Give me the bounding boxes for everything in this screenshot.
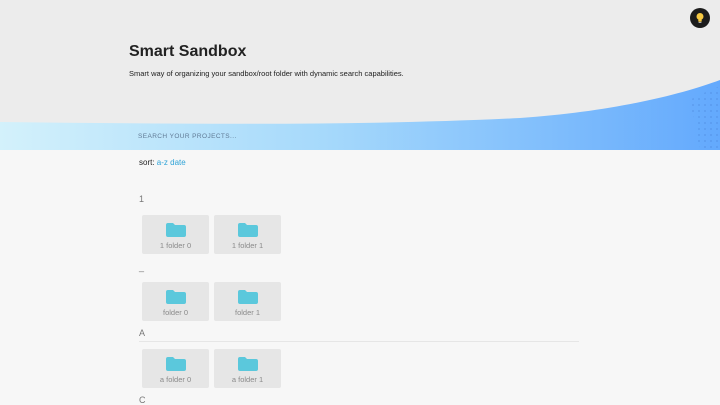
folder-label: folder 1	[234, 308, 261, 317]
page-subtitle: Smart way of organizing your sandbox/roo…	[129, 69, 404, 78]
sort-controls: sort: a-z date	[139, 158, 186, 167]
sort-option-a-z[interactable]: a-z	[157, 158, 168, 167]
lightbulb-icon	[696, 13, 704, 23]
folder-card[interactable]: folder 0	[142, 282, 209, 321]
theme-toggle-button[interactable]	[690, 8, 710, 28]
folder-label: a folder 0	[159, 375, 192, 384]
folder-card[interactable]: 1 folder 0	[142, 215, 209, 254]
sort-option-date[interactable]: date	[170, 158, 186, 167]
folder-label: 1 folder 0	[159, 241, 192, 250]
folder-icon	[165, 290, 186, 304]
folder-icon	[237, 357, 258, 371]
folder-icon	[237, 290, 258, 304]
page-title: Smart Sandbox	[129, 43, 247, 60]
folder-icon	[165, 223, 186, 237]
folder-icon	[165, 357, 186, 371]
group-label: 1	[139, 194, 145, 204]
folder-card[interactable]: a folder 1	[214, 349, 281, 388]
folder-card[interactable]: folder 1	[214, 282, 281, 321]
group-label: C	[139, 395, 146, 405]
folder-card[interactable]: a folder 0	[142, 349, 209, 388]
group-label: A	[139, 328, 146, 338]
group-divider	[139, 341, 579, 342]
sort-label: sort:	[139, 158, 155, 167]
group-label: _	[139, 262, 145, 272]
folder-label: folder 0	[162, 308, 189, 317]
search-input[interactable]	[134, 128, 434, 144]
folder-label: a folder 1	[231, 375, 264, 384]
folder-label: 1 folder 1	[231, 241, 264, 250]
hero-header: Smart Sandbox Smart way of organizing yo…	[0, 0, 720, 150]
folder-icon	[237, 223, 258, 237]
folder-card[interactable]: 1 folder 1	[214, 215, 281, 254]
